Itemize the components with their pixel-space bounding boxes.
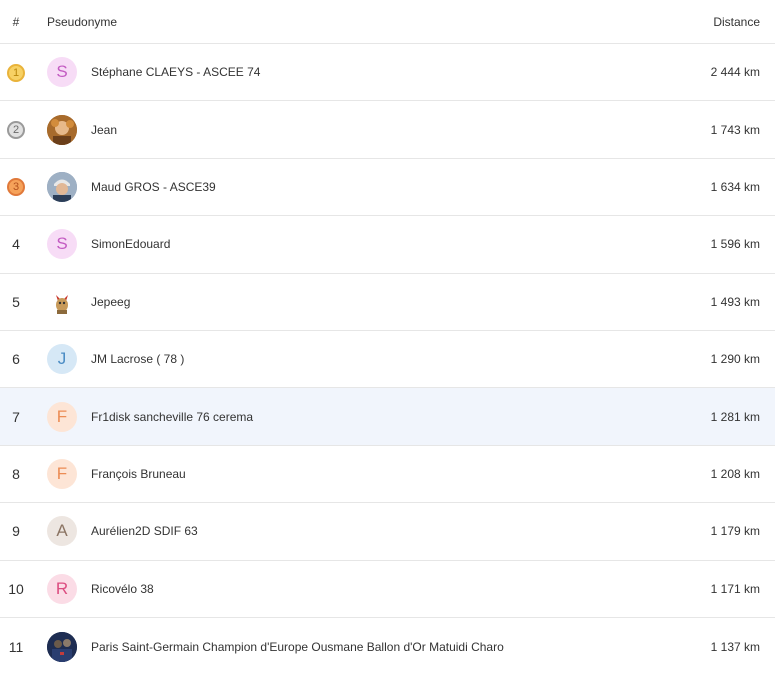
- leaderboard-row[interactable]: 10 R Ricovélo 38 1 171 km: [0, 561, 775, 618]
- user-name[interactable]: JM Lacrose ( 78 ): [77, 352, 640, 366]
- user-distance: 1 290 km: [710, 352, 760, 367]
- leaderboard-row-current-user[interactable]: 7 F Fr1disk sancheville 76 cerema 1 281 …: [0, 388, 775, 446]
- user-name[interactable]: François Bruneau: [77, 467, 640, 481]
- user-distance: 1 137 km: [710, 639, 760, 654]
- avatar: R: [47, 573, 77, 604]
- medal-bronze-icon: 3: [7, 178, 25, 197]
- user-name[interactable]: Aurélien2D SDIF 63: [77, 524, 640, 538]
- avatar-photo-icon: [47, 286, 77, 317]
- leaderboard-row[interactable]: 1 S Stéphane CLAEYS - ASCEE 74 2 444 km: [0, 44, 775, 102]
- user-name[interactable]: SimonEdouard: [77, 237, 640, 251]
- user-name[interactable]: Maud GROS - ASCE39: [77, 180, 640, 194]
- leaderboard-header: # Pseudonyme Distance: [0, 0, 775, 44]
- leaderboard-row[interactable]: 3 Maud GROS - ASCE39 1 634 km: [0, 159, 775, 217]
- leaderboard-row[interactable]: 5 Jepeeg 1 493 km: [0, 274, 775, 331]
- user-distance: 1 171 km: [710, 581, 760, 596]
- medal-gold-icon: 1: [7, 63, 25, 82]
- medal-silver-icon: 2: [7, 121, 25, 140]
- avatar: F: [47, 458, 77, 489]
- avatar-photo-icon: [47, 171, 77, 202]
- avatar: F: [47, 401, 77, 432]
- user-distance: 1 208 km: [710, 466, 760, 481]
- leaderboard-row[interactable]: 6 J JM Lacrose ( 78 ) 1 290 km: [0, 331, 775, 389]
- user-distance: 2 444 km: [710, 65, 760, 80]
- rank-number: 7: [12, 408, 20, 425]
- avatar: S: [47, 229, 77, 260]
- user-name[interactable]: Stéphane CLAEYS - ASCEE 74: [77, 65, 640, 79]
- leaderboard-row[interactable]: 8 F François Bruneau 1 208 km: [0, 446, 775, 504]
- user-name[interactable]: Fr1disk sancheville 76 cerema: [77, 410, 640, 424]
- avatar-photo-icon: [47, 114, 77, 145]
- avatar: [47, 286, 77, 317]
- user-distance: 1 743 km: [710, 122, 760, 137]
- header-pseudonyme: Pseudonyme: [47, 14, 118, 29]
- rank-number: 5: [12, 293, 20, 310]
- avatar: [47, 631, 77, 662]
- rank-number: 6: [12, 351, 20, 368]
- user-distance: 1 179 km: [710, 524, 760, 539]
- user-distance: 1 634 km: [710, 179, 760, 194]
- leaderboard-row[interactable]: 2 Jean 1 743 km: [0, 101, 775, 159]
- avatar: [47, 171, 77, 202]
- user-name[interactable]: Ricovélo 38: [77, 582, 640, 596]
- user-name[interactable]: Jepeeg: [77, 295, 640, 309]
- user-name[interactable]: Jean: [77, 123, 640, 137]
- leaderboard-row[interactable]: 4 S SimonEdouard 1 596 km: [0, 216, 775, 274]
- header-distance: Distance: [713, 14, 760, 29]
- leaderboard-row[interactable]: 9 A Aurélien2D SDIF 63 1 179 km: [0, 503, 775, 561]
- user-distance: 1 493 km: [710, 294, 760, 309]
- user-distance: 1 596 km: [710, 237, 760, 252]
- avatar: J: [47, 344, 77, 375]
- rank-number: 11: [8, 638, 24, 655]
- leaderboard: # Pseudonyme Distance 1 S Stéphane CLAEY…: [0, 0, 775, 675]
- rank-number: 9: [12, 523, 20, 540]
- avatar: A: [47, 516, 77, 547]
- avatar: [47, 114, 77, 145]
- user-name[interactable]: Paris Saint-Germain Champion d'Europe Ou…: [77, 640, 640, 654]
- rank-number: 8: [12, 465, 20, 482]
- user-distance: 1 281 km: [710, 409, 760, 424]
- rank-number: 4: [12, 236, 20, 253]
- rank-number: 10: [8, 580, 24, 597]
- avatar: S: [47, 57, 77, 88]
- avatar-photo-icon: [47, 631, 77, 662]
- header-rank: #: [12, 14, 20, 29]
- leaderboard-row[interactable]: 11 Paris Saint-Germain Champion d'Europe…: [0, 618, 775, 675]
